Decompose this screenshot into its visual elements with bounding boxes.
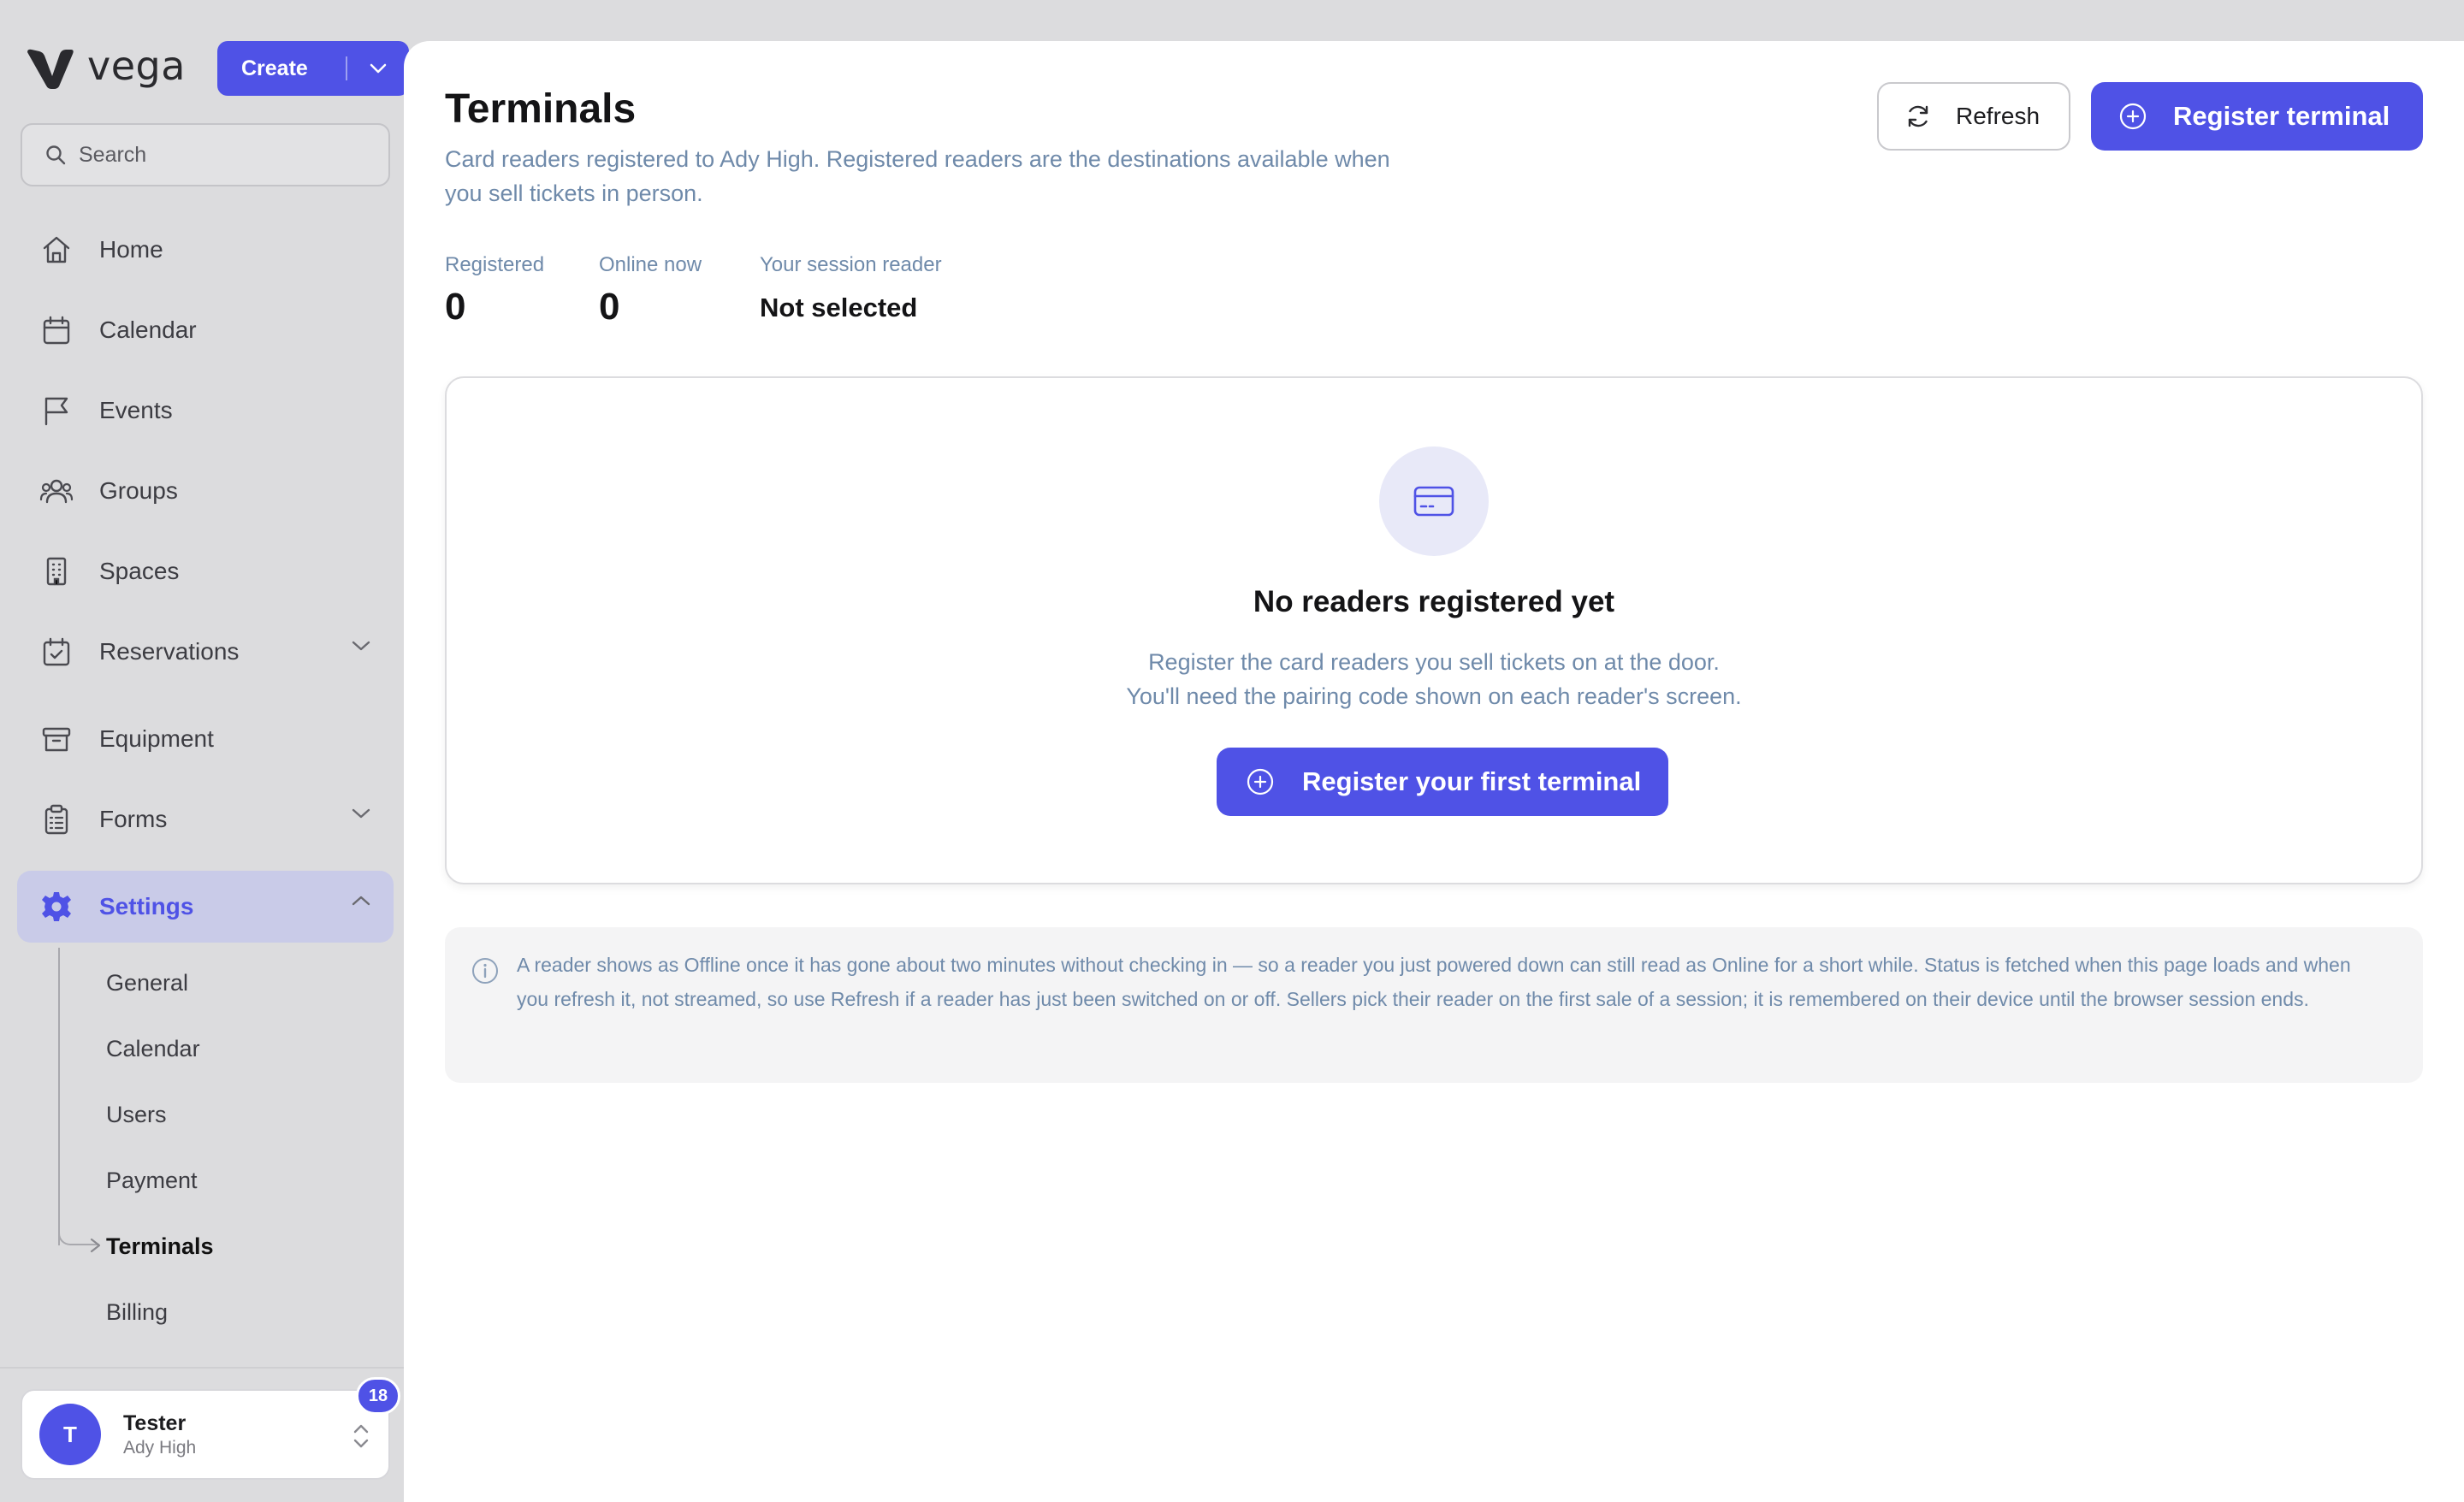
plus-circle-icon xyxy=(1247,768,1274,795)
info-icon xyxy=(471,956,500,990)
settings-sub-payment[interactable]: Payment xyxy=(106,1159,380,1202)
chevron-up-down-icon[interactable] xyxy=(351,1422,371,1455)
stat-session-reader: Your session reader Not selected xyxy=(760,253,942,323)
stat-online-value: 0 xyxy=(599,286,620,328)
empty-state-card: No readers registered yet Register the c… xyxy=(445,376,2423,884)
stat-session-value: Not selected xyxy=(760,293,918,322)
nav-item-spaces[interactable]: Spaces xyxy=(17,535,394,607)
nav-label-events: Events xyxy=(99,397,173,423)
chevron-down-icon[interactable] xyxy=(351,640,371,656)
nav-item-home[interactable]: Home xyxy=(17,214,394,286)
stat-online-label: Online now xyxy=(599,253,702,276)
credit-card-icon xyxy=(1413,486,1454,517)
sidebar: vega Create Search Home Calendar Events … xyxy=(0,0,409,1502)
nav-label-spaces: Spaces xyxy=(99,558,180,584)
user-name: Tester xyxy=(123,1410,187,1435)
user-account-switcher[interactable]: T Tester Ady High xyxy=(21,1389,390,1480)
create-button[interactable]: Create xyxy=(217,41,409,96)
register-first-terminal-label: Register your first terminal xyxy=(1302,766,1642,796)
plus-circle-icon xyxy=(2119,103,2147,130)
register-terminal-label: Register terminal xyxy=(2173,101,2390,131)
clipboard-list-icon xyxy=(39,802,74,837)
sidebar-divider xyxy=(0,1367,404,1369)
brand-row: vega Create xyxy=(26,41,409,96)
register-first-terminal-button[interactable]: Register your first terminal xyxy=(1217,748,1668,816)
refresh-icon xyxy=(1908,105,1928,127)
nav-item-calendar[interactable]: Calendar xyxy=(17,294,394,366)
settings-sub-users[interactable]: Users xyxy=(106,1093,380,1136)
building-icon xyxy=(39,554,74,588)
settings-sub-calendar[interactable]: Calendar xyxy=(106,1027,380,1070)
chevron-up-icon[interactable] xyxy=(351,895,371,911)
page-description: Card readers registered to Ady High. Reg… xyxy=(445,146,1390,206)
nav-label-equipment: Equipment xyxy=(99,725,214,752)
empty-state-line-2: You'll need the pairing code shown on ea… xyxy=(1126,683,1742,709)
register-terminal-button[interactable]: Register terminal xyxy=(2091,82,2423,151)
nav-label-calendar: Calendar xyxy=(99,316,197,343)
calendar-check-icon xyxy=(39,635,74,669)
main-content: Terminals Card readers registered to Ady… xyxy=(404,41,2464,1502)
stat-online: Online now 0 xyxy=(599,253,702,328)
nav-item-groups[interactable]: Groups xyxy=(17,455,394,527)
calendar-icon xyxy=(39,313,74,347)
stat-session-label: Your session reader xyxy=(760,253,942,276)
nav-item-events[interactable]: Events xyxy=(17,375,394,446)
nav-label-forms: Forms xyxy=(99,806,168,832)
nav-label-reservations: Reservations xyxy=(99,638,240,665)
nav-item-settings[interactable]: Settings xyxy=(17,871,394,943)
flag-icon xyxy=(39,393,74,428)
settings-sub-billing[interactable]: Billing xyxy=(106,1291,380,1333)
gear-icon xyxy=(39,890,74,924)
page-title: Terminals xyxy=(445,86,637,132)
nav-item-reservations[interactable]: Reservations xyxy=(17,616,394,688)
users-icon xyxy=(39,474,74,508)
stat-registered-label: Registered xyxy=(445,253,545,276)
settings-sub-general[interactable]: General xyxy=(106,961,380,1004)
refresh-button-label: Refresh xyxy=(1956,103,2040,129)
nav-label-settings: Settings xyxy=(99,893,194,920)
nav-item-equipment[interactable]: Equipment xyxy=(17,703,394,775)
settings-tree-line xyxy=(58,948,60,1245)
user-info: Tester Ady High xyxy=(123,1411,196,1458)
avatar: T xyxy=(39,1404,101,1465)
chevron-right-icon xyxy=(89,1237,103,1258)
archive-box-icon xyxy=(39,722,74,756)
stat-registered-value: 0 xyxy=(445,286,466,328)
refresh-button[interactable]: Refresh xyxy=(1877,82,2070,151)
empty-state-title: No readers registered yet xyxy=(1253,585,1615,618)
brand-name: vega xyxy=(87,43,186,89)
stat-registered: Registered 0 xyxy=(445,253,544,328)
settings-sub-terminals[interactable]: Terminals xyxy=(106,1225,380,1268)
vega-logo-icon[interactable] xyxy=(26,47,75,90)
chevron-down-icon[interactable] xyxy=(351,807,371,824)
create-button-label: Create xyxy=(241,56,308,80)
home-icon xyxy=(39,233,74,267)
info-note: A reader shows as Offline once it has go… xyxy=(445,927,2423,1083)
search-placeholder: Search xyxy=(79,142,147,167)
nav-label-home: Home xyxy=(99,236,163,263)
empty-state-description: Register the card readers you sell ticke… xyxy=(447,645,2421,713)
nav-item-forms[interactable]: Forms xyxy=(17,784,394,855)
search-icon xyxy=(46,145,66,165)
empty-state-line-1: Register the card readers you sell ticke… xyxy=(1148,649,1720,675)
user-org: Ady High xyxy=(123,1437,197,1458)
nav-label-groups: Groups xyxy=(99,477,178,504)
search-input[interactable]: Search xyxy=(21,123,390,186)
empty-state-icon-circle xyxy=(1379,446,1489,556)
notification-badge[interactable]: 18 xyxy=(356,1377,400,1415)
chevron-down-icon[interactable] xyxy=(347,62,409,74)
info-note-text: A reader shows as Offline once it has go… xyxy=(517,954,2351,1010)
